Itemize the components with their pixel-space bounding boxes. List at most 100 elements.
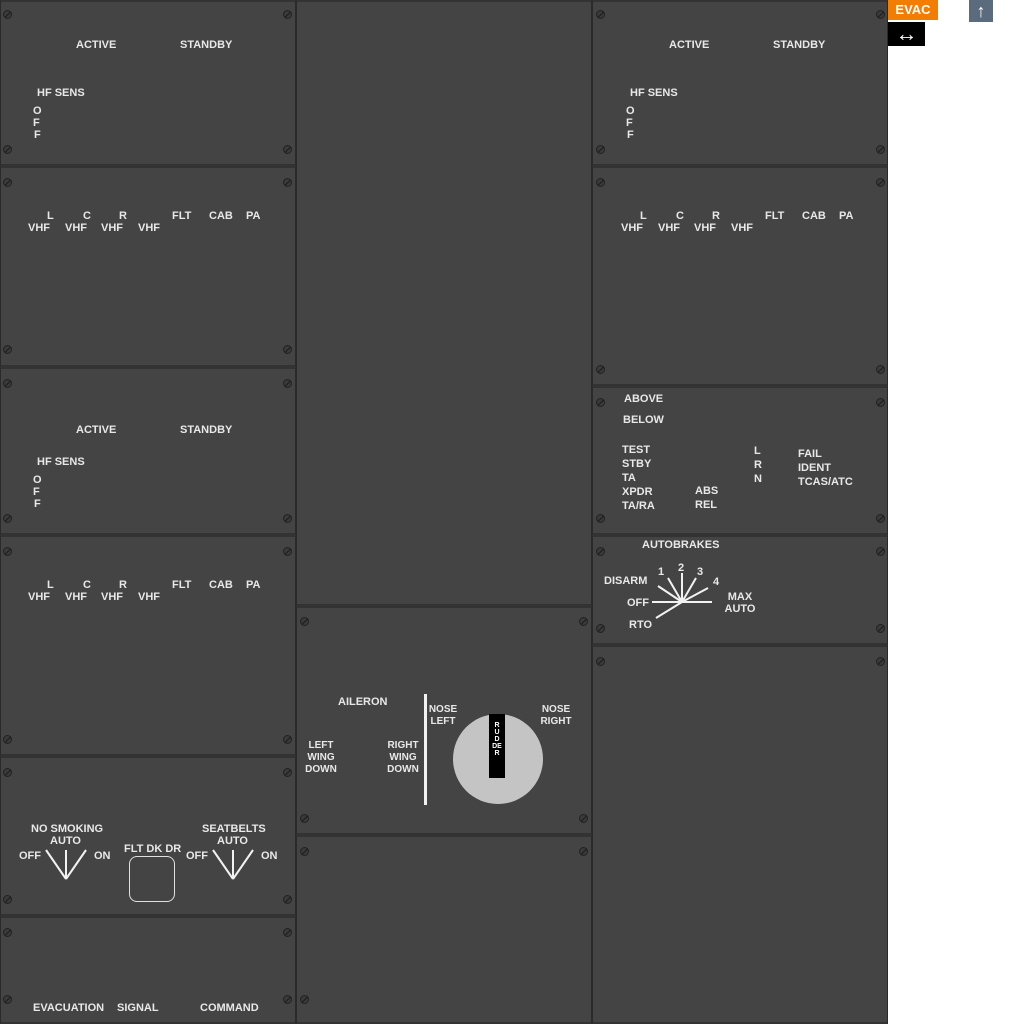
screw — [300, 814, 309, 823]
radio-panel-2 — [0, 367, 296, 535]
hf-sens-label: HF SENS — [37, 456, 85, 468]
autobrakes-max-auto-label: MAX AUTO — [724, 591, 756, 615]
mode-test-label: TEST — [622, 444, 651, 456]
screw — [3, 514, 12, 523]
radio-panel-3 — [592, 0, 888, 166]
center-lower-panel — [296, 835, 592, 1024]
audio-pa-label: PA — [246, 579, 261, 591]
standby-label: STANDBY — [180, 39, 233, 51]
nose-left-label: NOSE LEFT — [428, 704, 458, 727]
vhf-label: VHF — [138, 222, 160, 234]
seatbelts-on-label: ON — [261, 850, 278, 862]
audio-pa-label: PA — [246, 210, 261, 222]
audio-r-label: R — [119, 210, 127, 222]
left-wing-down-label: LEFT WING DOWN — [305, 740, 337, 775]
autobrakes-rto-label: RTO — [629, 619, 653, 631]
lrn-r-label: R — [754, 459, 762, 471]
fail-label: FAIL — [798, 448, 822, 460]
screw — [579, 814, 588, 823]
seatbelts-switch[interactable] — [211, 846, 257, 882]
screw — [579, 617, 588, 626]
hf-sens-label: HF SENS — [630, 87, 678, 99]
audio-panel-2 — [0, 535, 296, 756]
screw — [596, 10, 605, 19]
seatbelts-off-label: OFF — [186, 850, 208, 862]
mode-tara-label: TA/RA — [622, 500, 655, 512]
screw — [3, 735, 12, 744]
vhf-label: VHF — [101, 222, 123, 234]
audio-r-label: R — [712, 210, 720, 222]
screw — [876, 365, 885, 374]
center-blank-panel — [296, 0, 592, 606]
mode-ta-label: TA — [622, 472, 636, 484]
screw — [283, 345, 292, 354]
screw — [876, 178, 885, 187]
audio-flt-label: FLT — [172, 210, 192, 222]
audio-l-label: L — [47, 579, 54, 591]
mode-xpdr-label: XPDR — [622, 486, 653, 498]
screw — [3, 178, 12, 187]
screw — [283, 735, 292, 744]
screw — [876, 657, 885, 666]
no-smoking-switch[interactable] — [44, 846, 90, 882]
screw — [579, 847, 588, 856]
screw — [3, 995, 12, 1004]
audio-pa-label: PA — [839, 210, 854, 222]
screw — [3, 379, 12, 388]
screw — [283, 895, 292, 904]
swap-arrows-icon[interactable]: ↔ — [888, 22, 925, 46]
screw — [876, 10, 885, 19]
audio-c-label: C — [83, 210, 91, 222]
right-lower-panel — [592, 645, 888, 1024]
screw — [876, 398, 885, 407]
flt-dk-dr-button[interactable] — [129, 856, 175, 902]
standby-label: STANDBY — [773, 39, 826, 51]
off-letter: O — [33, 474, 42, 486]
audio-panel-1 — [0, 166, 296, 367]
screw — [876, 145, 885, 154]
no-smoking-label: NO SMOKING — [31, 823, 104, 835]
switch-v-icon — [45, 849, 87, 880]
audio-r-label: R — [119, 579, 127, 591]
screw — [596, 145, 605, 154]
screw — [283, 10, 292, 19]
audio-c-label: C — [676, 210, 684, 222]
screw — [876, 624, 885, 633]
screw — [300, 995, 309, 1004]
abs-label: ABS — [695, 485, 719, 497]
screw — [596, 547, 605, 556]
active-label: ACTIVE — [76, 424, 117, 436]
screw — [283, 178, 292, 187]
off-letter: F — [34, 498, 41, 510]
vhf-label: VHF — [65, 222, 87, 234]
vhf-label: VHF — [621, 222, 643, 234]
vhf-label: VHF — [28, 591, 50, 603]
screw — [283, 928, 292, 937]
aileron-label: AILERON — [338, 696, 388, 708]
screw — [3, 10, 12, 19]
screw — [3, 768, 12, 777]
screw — [3, 928, 12, 937]
screw — [3, 895, 12, 904]
up-arrow-icon[interactable]: ↑ — [969, 0, 993, 22]
screw — [283, 547, 292, 556]
screw — [300, 847, 309, 856]
off-letter: O — [626, 105, 635, 117]
screw — [596, 657, 605, 666]
vhf-label: VHF — [731, 222, 753, 234]
audio-cab-label: CAB — [209, 210, 233, 222]
above-label: ABOVE — [624, 393, 664, 405]
audio-cab-label: CAB — [209, 579, 233, 591]
autobrakes-selector[interactable] — [650, 570, 714, 620]
screw — [283, 514, 292, 523]
evac-button[interactable]: EVAC — [888, 0, 938, 20]
vhf-label: VHF — [65, 591, 87, 603]
screw — [3, 547, 12, 556]
signal-label: SIGNAL — [117, 1002, 159, 1014]
screw — [596, 624, 605, 633]
below-label: BELOW — [623, 414, 664, 426]
screw — [3, 145, 12, 154]
flt-dk-dr-label: FLT DK DR — [124, 843, 182, 855]
vhf-label: VHF — [138, 591, 160, 603]
audio-l-label: L — [640, 210, 647, 222]
